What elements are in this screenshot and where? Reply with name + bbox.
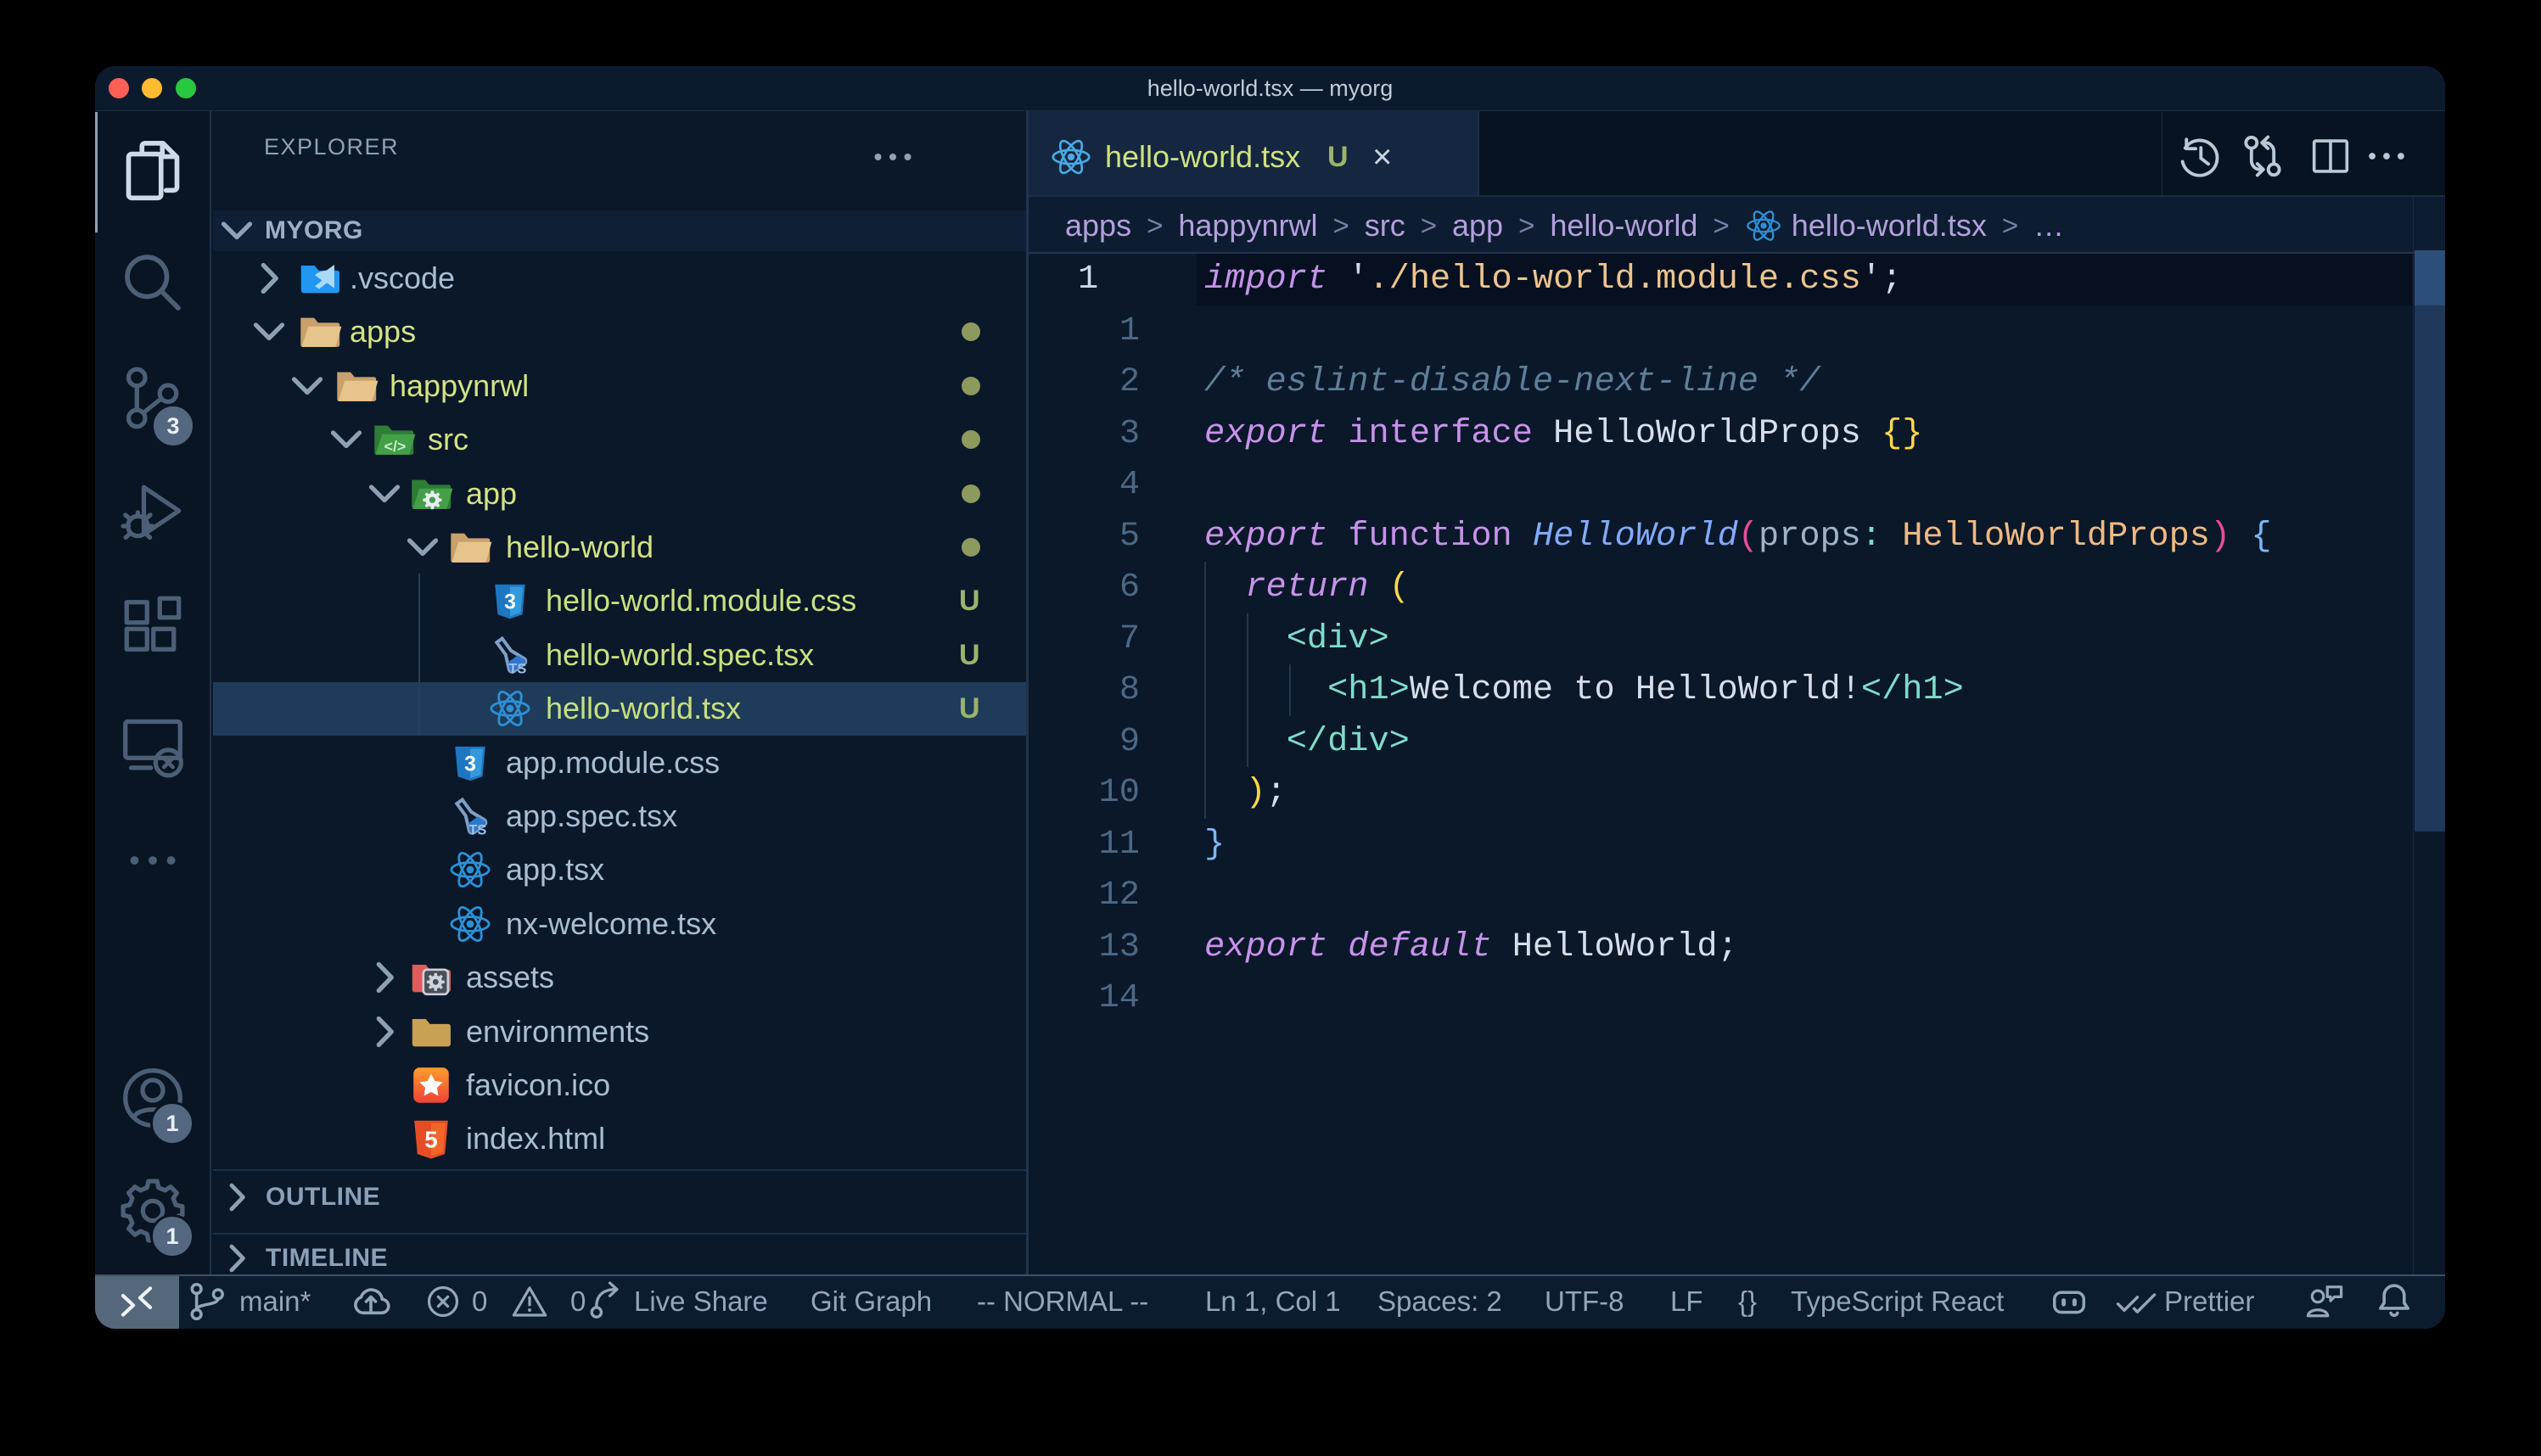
svg-text:TS: TS xyxy=(508,661,526,676)
svg-text:3: 3 xyxy=(464,753,476,776)
svg-text:5: 5 xyxy=(424,1127,437,1153)
svg-text:TS: TS xyxy=(468,822,486,837)
svg-text:3: 3 xyxy=(504,591,516,614)
svg-text:</>: </> xyxy=(384,438,407,455)
